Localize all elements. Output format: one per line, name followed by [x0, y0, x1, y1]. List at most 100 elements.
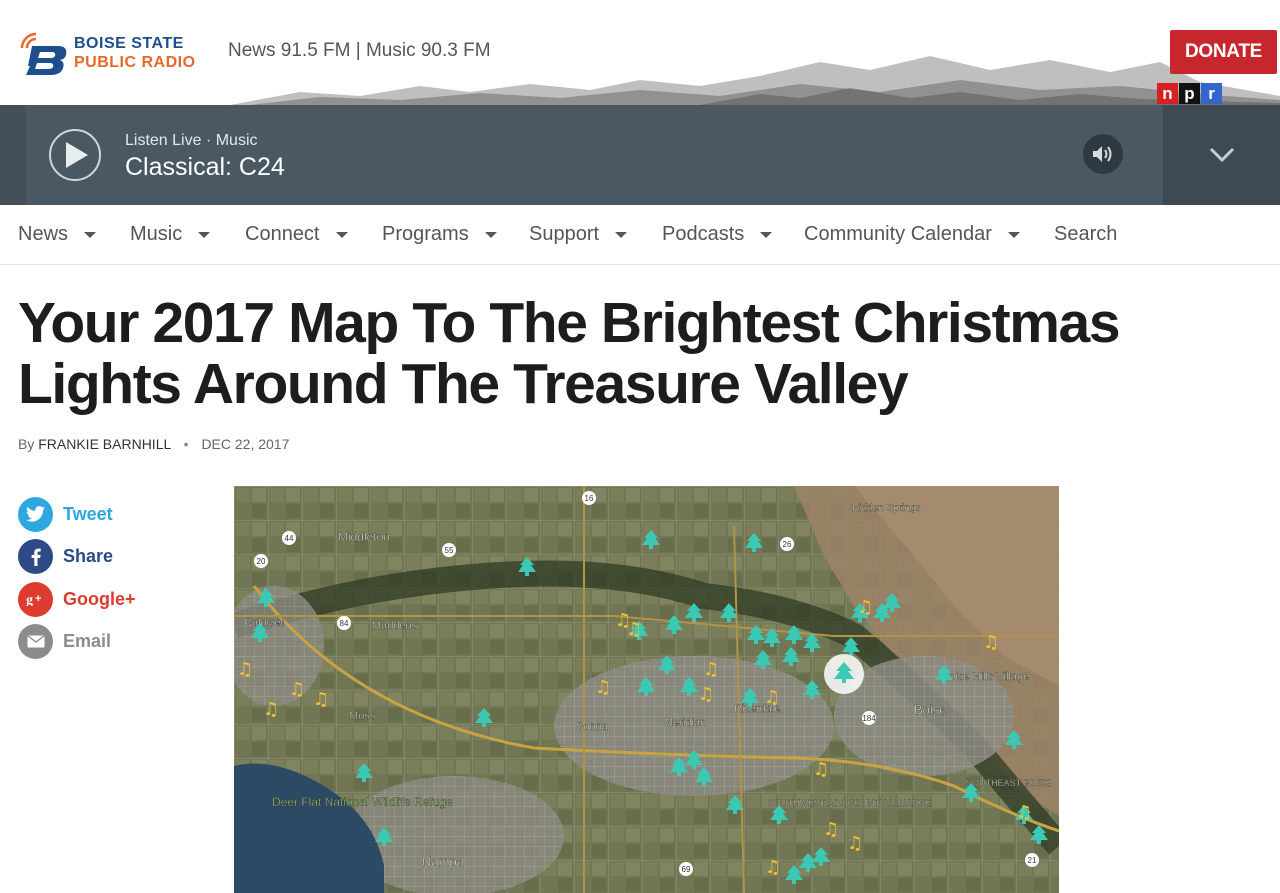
- author-link[interactable]: FRANKIE BARNHILL: [38, 436, 171, 452]
- caret-down-icon: [84, 231, 97, 238]
- publish-date: DEC 22, 2017: [201, 436, 290, 452]
- nav-search[interactable]: Search: [1054, 223, 1117, 246]
- map-place-label: Boise Hills Village: [942, 671, 1029, 683]
- byline-separator: •: [183, 436, 189, 452]
- logo-line-2: PUBLIC RADIO: [74, 53, 196, 72]
- donate-button[interactable]: DONATE: [1170, 30, 1277, 74]
- map-place-label: SOUTHEAST BOISE: [966, 778, 1051, 788]
- nav-podcasts[interactable]: Podcasts: [662, 223, 773, 246]
- map-place-label: SOUTHWEST ADA COUNTY ALLIANCE: [768, 798, 931, 808]
- map-canvas[interactable]: Middleton Caldwell Maddens Moss Sonna Meridia…: [234, 486, 1059, 893]
- map-place-label: Meridian: [664, 717, 706, 729]
- byline-prefix: By: [18, 436, 35, 452]
- nav-community-calendar-label: Community Calendar: [804, 223, 992, 245]
- music-marker-icon[interactable]: ♫: [703, 659, 719, 680]
- route-number: 20: [257, 557, 266, 566]
- nav-support-label: Support: [529, 223, 600, 245]
- music-marker-icon[interactable]: ♫: [289, 679, 305, 700]
- music-marker-icon[interactable]: ♫: [626, 619, 642, 640]
- article-headline: Your 2017 Map To The Brightest Christmas…: [18, 293, 1218, 415]
- route-number: 16: [585, 494, 594, 503]
- route-number: 44: [285, 534, 294, 543]
- map-place-label: Deer Flat National Wildlife Refuge: [272, 795, 453, 809]
- nav-news[interactable]: News: [18, 223, 97, 246]
- map-place-label: Boise: [914, 702, 947, 717]
- nav-music-label: Music: [130, 223, 183, 245]
- map-place-label: Caldwell: [244, 617, 286, 629]
- byline: By FRANKIE BARNHILL • DEC 22, 2017: [18, 436, 289, 452]
- map-place-label: Nampa: [422, 854, 465, 869]
- speaker-icon: [1093, 146, 1112, 162]
- headline-line-2: Lights Around The Treasure Valley: [18, 352, 909, 416]
- map-place-label: Sonna: [576, 721, 609, 733]
- google-plus-icon: g +: [18, 581, 53, 617]
- music-marker-icon[interactable]: ♫: [1016, 802, 1032, 823]
- npr-letter-p: p: [1179, 83, 1200, 104]
- twitter-icon: [18, 496, 53, 532]
- station-logo[interactable]: BOISE STATE PUBLIC RADIO: [18, 28, 196, 78]
- npr-logo[interactable]: n p r: [1157, 83, 1223, 104]
- music-marker-icon[interactable]: ♫: [847, 833, 863, 854]
- live-player: Listen Live · Music Classical: C24: [0, 105, 1280, 205]
- google-plus-button[interactable]: g + Google+: [18, 581, 136, 617]
- facebook-share-button[interactable]: Share: [18, 539, 136, 575]
- route-number: 184: [862, 714, 876, 723]
- play-icon: [66, 142, 88, 168]
- nav-podcasts-label: Podcasts: [662, 223, 745, 245]
- nav-news-label: News: [18, 223, 69, 245]
- logo-b-mark: [18, 28, 70, 78]
- frequencies-text: News 91.5 FM | Music 90.3 FM: [228, 40, 491, 61]
- station-name: Classical: C24: [125, 153, 285, 181]
- nav-music[interactable]: Music: [130, 223, 211, 246]
- nav-connect-label: Connect: [245, 223, 320, 245]
- music-marker-icon[interactable]: ♫: [765, 857, 781, 878]
- email-button[interactable]: Email: [18, 624, 136, 660]
- route-number: 55: [445, 546, 454, 555]
- music-marker-icon[interactable]: ♫: [823, 819, 839, 840]
- caret-down-icon: [198, 231, 211, 238]
- nav-programs[interactable]: Programs: [382, 223, 497, 246]
- map-place-label: Maddens: [372, 620, 418, 632]
- caret-down-icon: [1007, 231, 1020, 238]
- caret-down-icon: [335, 231, 348, 238]
- nav-community-calendar[interactable]: Community Calendar: [804, 223, 1020, 246]
- tweet-label: Tweet: [63, 503, 113, 524]
- music-marker-icon[interactable]: ♫: [813, 759, 829, 780]
- main-nav: News Music Connect Programs Support Podc…: [0, 205, 1280, 265]
- route-number: 21: [1028, 856, 1037, 865]
- svg-text:+: +: [35, 593, 41, 605]
- google-plus-label: Google+: [63, 588, 136, 609]
- player-edge: [0, 105, 26, 205]
- route-number: 84: [340, 619, 349, 628]
- nav-programs-label: Programs: [382, 223, 469, 245]
- play-button[interactable]: [49, 129, 101, 181]
- caret-down-icon: [615, 231, 628, 238]
- christmas-lights-map[interactable]: Middleton Caldwell Maddens Moss Sonna Meridia…: [234, 486, 1059, 893]
- nav-search-label: Search: [1054, 223, 1118, 245]
- music-marker-icon[interactable]: ♫: [698, 684, 714, 705]
- map-place-label: Middleton: [338, 530, 390, 544]
- share-label: Share: [63, 546, 114, 566]
- site-header: BOISE STATE PUBLIC RADIO News 91.5 FM | …: [0, 0, 1280, 105]
- npr-letter-r: r: [1201, 83, 1222, 104]
- nav-connect[interactable]: Connect: [245, 223, 348, 246]
- music-marker-icon[interactable]: ♫: [313, 689, 329, 710]
- music-marker-icon[interactable]: ♫: [857, 597, 873, 618]
- volume-button[interactable]: [1083, 134, 1123, 174]
- music-marker-icon[interactable]: ♫: [237, 659, 253, 680]
- music-marker-icon[interactable]: ♫: [764, 687, 780, 708]
- music-marker-icon[interactable]: ♫: [595, 677, 611, 698]
- svg-text:g: g: [26, 593, 33, 606]
- nav-support[interactable]: Support: [529, 223, 628, 246]
- route-number: 69: [682, 865, 691, 874]
- route-number: 26: [783, 540, 792, 549]
- music-marker-icon[interactable]: ♫: [983, 632, 999, 653]
- tweet-button[interactable]: Tweet: [18, 496, 136, 532]
- music-marker-icon[interactable]: ♫: [263, 699, 279, 720]
- expand-player-button[interactable]: [1163, 105, 1280, 205]
- email-label: Email: [63, 631, 112, 651]
- map-place-label: Hidden Springs: [852, 503, 920, 514]
- caret-down-icon: [484, 231, 497, 238]
- headline-line-1: Your 2017 Map To The Brightest Christmas: [18, 291, 1121, 355]
- logo-line-1: BOISE STATE: [74, 35, 184, 52]
